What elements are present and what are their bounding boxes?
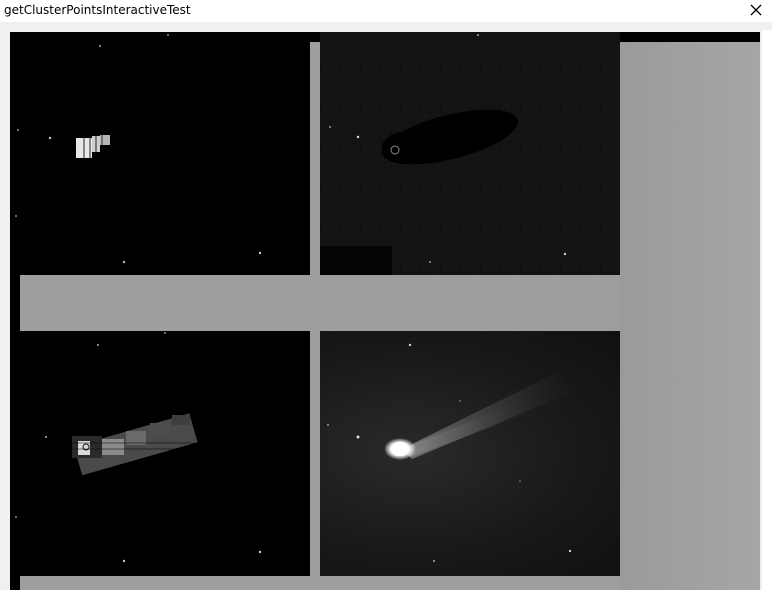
cluster-points-image	[15, 332, 262, 563]
image-canvas[interactable]	[10, 32, 760, 590]
window-edge	[762, 30, 772, 590]
close-icon	[750, 4, 762, 16]
canvas-separator-vertical-bottom	[310, 331, 320, 576]
window-titlebar: getClusterPointsInteractiveTest	[0, 0, 772, 22]
cluster-mask-image	[15, 34, 262, 264]
comet-image	[327, 343, 580, 562]
inverted-cluster-image	[320, 32, 620, 275]
canvas-background-right	[620, 42, 760, 590]
inverted-cluster-panel[interactable]	[320, 32, 620, 275]
window-title: getClusterPointsInteractiveTest	[4, 3, 191, 17]
original-comet-image-panel[interactable]	[320, 331, 620, 576]
canvas-separator-vertical-top	[310, 42, 320, 275]
cluster-mask-panel[interactable]	[10, 32, 310, 275]
canvas-separator-horizontal	[20, 275, 620, 331]
cluster-points-panel[interactable]	[10, 331, 310, 576]
close-button[interactable]	[740, 0, 772, 20]
canvas-separator-bottom	[20, 576, 620, 590]
